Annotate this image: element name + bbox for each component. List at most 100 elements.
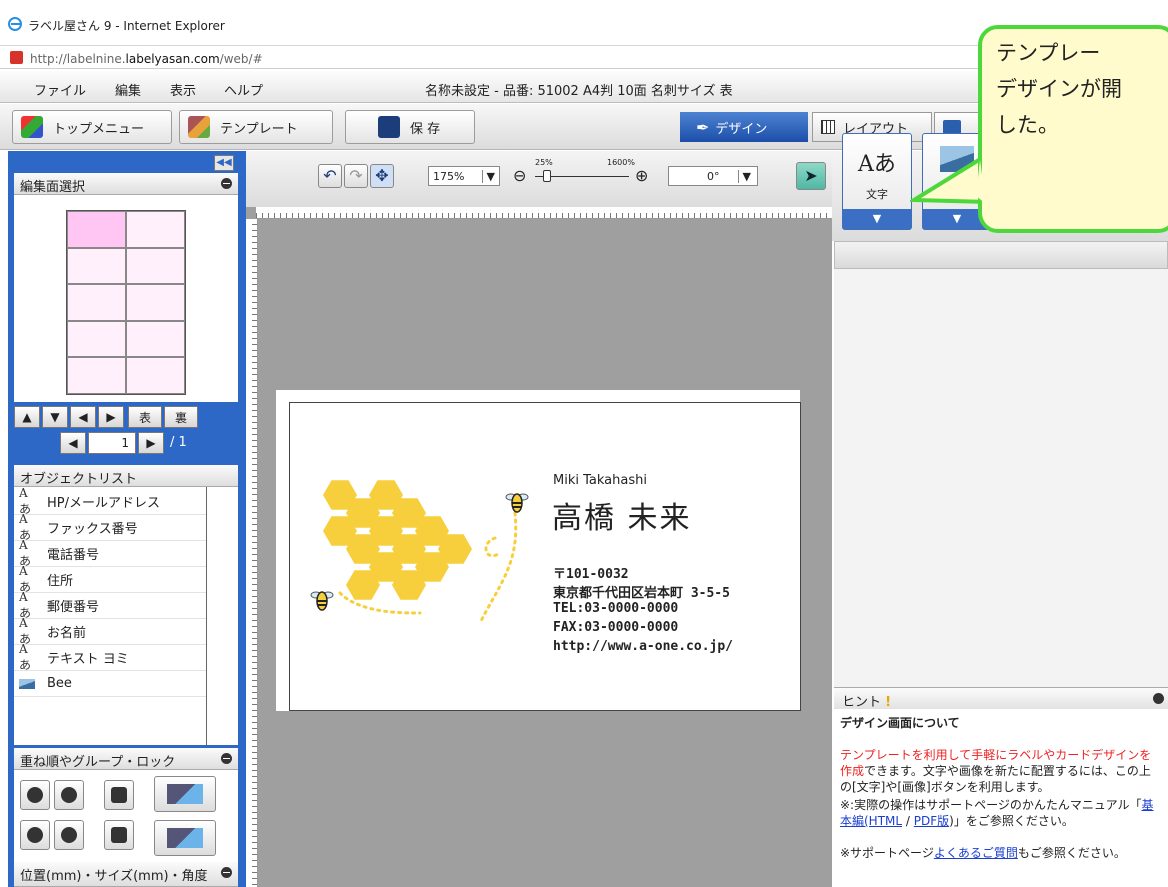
ungroup-icon (167, 828, 203, 848)
expand-section-icon[interactable] (221, 867, 232, 878)
pointer-icon: ➤ (804, 166, 818, 185)
info-icon: ! (885, 695, 892, 710)
grid-icon (821, 120, 835, 134)
hint-paragraph: テンプレートを利用して手軽にラベルやカードデザインを作成できます。文字や画像を新… (840, 748, 1152, 794)
select-tool-button[interactable]: ➤ (796, 162, 826, 190)
list-item[interactable]: Aあ お名前 (14, 616, 206, 646)
menu-file[interactable]: ファイル (34, 80, 86, 99)
move-right-button[interactable]: ▶ (98, 406, 124, 428)
tab-design[interactable]: ✒ デザイン (680, 112, 808, 142)
hint-paragraph: ※:実際の操作はサポートページのかんたんマニュアル「基本編(HTML / PDF… (840, 798, 1154, 828)
arrow-down-icon: ▼ (50, 410, 60, 424)
object-list-scrollbar[interactable] (206, 487, 238, 745)
rotation-angle-select[interactable]: 0° ▼ (668, 166, 758, 186)
faq-link[interactable]: よくあるご質問 (934, 846, 1018, 860)
lock-icon (111, 787, 127, 803)
menu-view[interactable]: 表示 (170, 80, 196, 99)
save-icon (378, 116, 400, 138)
bring-to-front-button[interactable] (20, 780, 50, 810)
honeycomb-illustration[interactable] (310, 463, 560, 663)
label-cell[interactable] (67, 357, 126, 394)
order-panel (14, 770, 238, 862)
printer-icon (943, 120, 961, 134)
template-button[interactable]: テンプレート (179, 110, 333, 144)
label-grid (66, 210, 186, 395)
bee-trail (478, 511, 518, 625)
group-icon (167, 784, 203, 804)
card-address[interactable]: 東京都千代田区岩本町 3-5-5 (553, 582, 730, 601)
chevron-down-icon: ▼ (843, 209, 911, 229)
menu-help[interactable]: ヘルプ (224, 80, 263, 99)
label-cell[interactable] (67, 284, 126, 321)
collapse-left-panel-button[interactable]: ◀◀ (214, 155, 234, 171)
collapse-section-icon[interactable] (221, 753, 232, 764)
card-url[interactable]: http://www.a-one.co.jp/ (553, 639, 733, 654)
list-item[interactable]: Aあ 住所 (14, 564, 206, 594)
undo-button[interactable]: ↶ (318, 164, 342, 188)
manual-pdf-link[interactable]: PDF版 (914, 814, 949, 828)
hint-heading: デザイン画面について (840, 716, 960, 730)
list-item[interactable]: Aあ テキスト ヨミ (14, 642, 206, 672)
collapse-section-icon[interactable] (1153, 693, 1164, 704)
page-total: / 1 (170, 435, 187, 450)
redo-button[interactable]: ↷ (344, 164, 368, 188)
chevron-down-icon: ▼ (737, 170, 751, 183)
address-url[interactable]: http://labelnine.labelyasan.com/web/# (30, 52, 263, 66)
move-up-button[interactable]: ▲ (14, 406, 40, 428)
redo-icon: ↷ (349, 166, 363, 185)
business-card[interactable]: Miki Takahashi 高橋 未来 〒101-0032 東京都千代田区岩本… (289, 402, 801, 711)
list-item[interactable]: Aあ ファックス番号 (14, 512, 206, 542)
text-icon: Aあ (19, 642, 32, 672)
insert-text-button[interactable]: Aあ 文字 ▼ (842, 133, 912, 230)
save-button[interactable]: 保 存 (345, 110, 475, 144)
order-panel-header: 重ね順やグループ・ロック (14, 748, 238, 770)
list-item[interactable]: Bee (14, 671, 206, 697)
group-button[interactable] (154, 776, 216, 812)
prev-page-button[interactable]: ◀ (60, 432, 86, 454)
label-cell[interactable] (126, 320, 185, 358)
document-title: 名称未設定 - 品番: 51002 A4判 10面 名刺サイズ 表 (425, 84, 733, 99)
label-cell[interactable] (67, 247, 126, 285)
list-item[interactable]: Aあ 郵便番号 (14, 590, 206, 620)
face-preview (14, 195, 238, 402)
move-down-button[interactable]: ▼ (42, 406, 68, 428)
send-to-back-button[interactable] (20, 820, 50, 850)
label-cell[interactable] (126, 211, 185, 248)
ungroup-button[interactable] (154, 820, 216, 856)
lock-button[interactable] (104, 780, 134, 810)
label-cell[interactable] (126, 284, 185, 321)
zoom-select[interactable]: 175% ▼ (428, 166, 500, 186)
site-favicon-icon (10, 51, 23, 64)
card-name[interactable]: 高橋 未来 (552, 493, 692, 537)
fit-view-button[interactable]: ✥ (370, 164, 394, 188)
label-cell-selected[interactable] (67, 211, 126, 248)
zoom-in-icon: ⊕ (635, 166, 649, 185)
unlock-button[interactable] (104, 820, 134, 850)
move-left-button[interactable]: ◀ (70, 406, 96, 428)
label-cell[interactable] (67, 320, 126, 358)
callout-pointer-fill (976, 160, 986, 204)
list-item[interactable]: Aあ 電話番号 (14, 538, 206, 568)
list-item[interactable]: Aあ HP/メールアドレス (14, 486, 206, 516)
properties-header (834, 241, 1168, 269)
top-menu-button[interactable]: トップメニュー (12, 110, 172, 144)
collapse-section-icon[interactable] (221, 178, 232, 189)
hint-header: ヒント ! (834, 687, 1168, 710)
send-backward-button[interactable] (54, 820, 84, 850)
zoom-slider[interactable]: ⊖ 25% 1600% ⊕ (513, 158, 663, 188)
next-page-button[interactable]: ▶ (138, 432, 164, 454)
card-tel[interactable]: TEL:03-0000-0000 (553, 601, 678, 616)
menu-edit[interactable]: 編集 (115, 80, 141, 99)
bring-forward-button[interactable] (54, 780, 84, 810)
front-face-button[interactable]: 表 (128, 406, 162, 428)
image-icon (19, 678, 35, 689)
card-postal[interactable]: 〒101-0032 (553, 563, 629, 582)
label-cell[interactable] (126, 247, 185, 285)
label-cell[interactable] (126, 357, 185, 394)
back-face-button[interactable]: 裏 (164, 406, 198, 428)
page-number-input[interactable]: 1 (88, 432, 136, 454)
zoom-thumb[interactable] (543, 170, 551, 182)
card-fax[interactable]: FAX:03-0000-0000 (553, 620, 678, 635)
callout-text: テンプレー デザインが開 した。 (996, 41, 1122, 137)
card-roman-name[interactable]: Miki Takahashi (553, 473, 647, 488)
